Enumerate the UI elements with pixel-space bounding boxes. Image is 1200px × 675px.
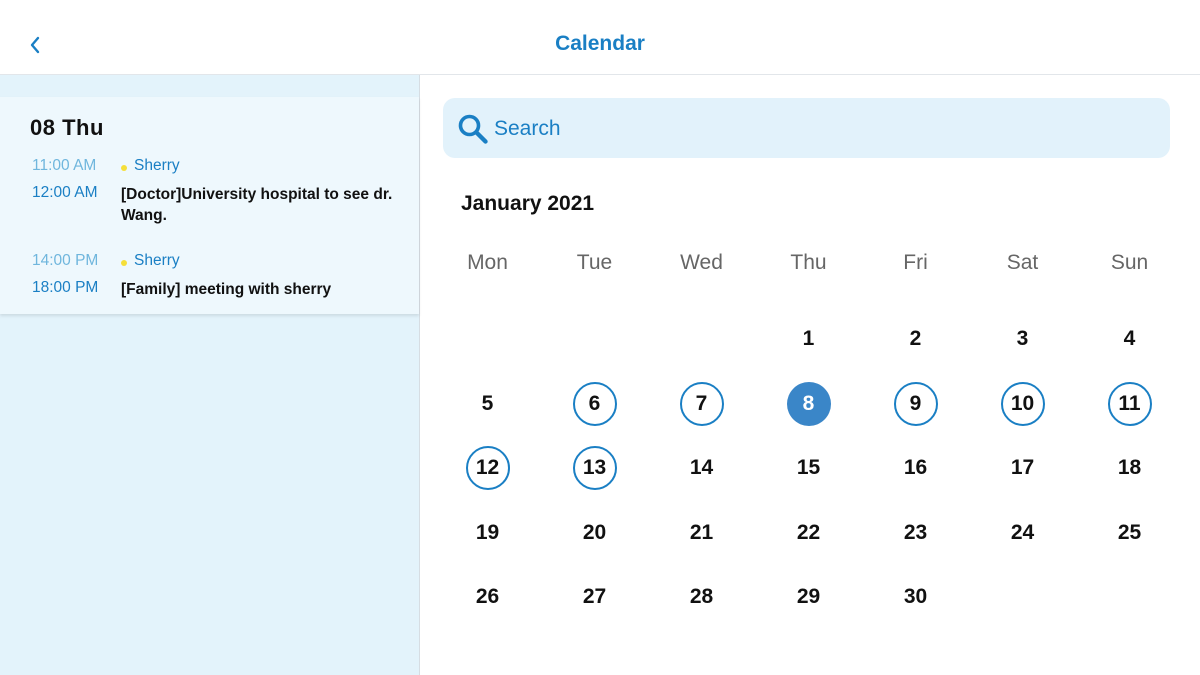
day-number: 25 (1117, 520, 1142, 544)
calendar-day[interactable]: 11 (1076, 372, 1183, 437)
day-number: 2 (909, 327, 922, 351)
event-start-time: 11:00 AM (32, 157, 97, 174)
day-number: 5 (481, 391, 494, 415)
search-input[interactable]: Search (443, 98, 1170, 158)
person-dot-icon (121, 165, 127, 171)
day-number: 9 (893, 381, 938, 426)
calendar-day[interactable]: 13 (541, 436, 648, 501)
calendar-day[interactable]: 30 (862, 565, 969, 630)
day-number: 10 (1000, 381, 1045, 426)
day-number: 12 (465, 446, 510, 491)
search-icon (458, 114, 488, 144)
weekday-label: Sat (1006, 251, 1039, 274)
calendar-day[interactable]: 5 (434, 372, 541, 437)
day-number: 18 (1117, 456, 1142, 480)
day-number: 26 (475, 585, 500, 609)
calendar-day[interactable]: 1 (755, 307, 862, 372)
event-end-time: 12:00 AM (32, 184, 98, 201)
month-label: January 2021 (461, 192, 595, 215)
day-number: 8 (786, 381, 831, 426)
day-number: 13 (572, 446, 617, 491)
page-title: Calendar (555, 32, 645, 55)
calendar-day[interactable]: 29 (755, 565, 862, 630)
weekday-label: Fri (903, 251, 928, 274)
weekday-header: Mon Tue Wed Thu Fri Sat Sun (434, 251, 1183, 279)
day-number: 30 (903, 585, 928, 609)
calendar-day[interactable]: 23 (862, 501, 969, 566)
person-dot-icon (121, 260, 127, 266)
weekday-label: Mon (467, 251, 508, 274)
schedule-panel: 08 Thu 11:00 AM Sherry 12:00 AM [Doctor]… (0, 75, 420, 675)
calendar-day[interactable]: 26 (434, 565, 541, 630)
calendar-grid: 1 2 3 4 5 6 7 8 9 10 11 12 13 14 15 16 17 18 19 20 21 22 23 24 2… (434, 307, 1183, 630)
day-number: 15 (796, 456, 821, 480)
weekday-label: Thu (790, 251, 827, 274)
day-number: 11 (1107, 381, 1152, 426)
calendar-day[interactable]: 10 (969, 372, 1076, 437)
day-number: 29 (796, 585, 821, 609)
calendar-day[interactable]: 25 (1076, 501, 1183, 566)
day-number: 24 (1010, 520, 1035, 544)
event-description: [Doctor]University hospital to see dr. W… (121, 186, 393, 224)
calendar-blank-cell (541, 307, 648, 372)
calendar-day[interactable]: 7 (648, 372, 755, 437)
weekday-label: Tue (576, 251, 613, 274)
day-number: 16 (903, 456, 928, 480)
calendar-day[interactable]: 16 (862, 436, 969, 501)
calendar-day[interactable]: 14 (648, 436, 755, 501)
search-placeholder: Search (494, 117, 561, 140)
day-number: 6 (572, 381, 617, 426)
day-number: 7 (679, 381, 724, 426)
weekday-label: Wed (680, 251, 723, 274)
calendar-day[interactable]: 17 (969, 436, 1076, 501)
day-number: 3 (1016, 327, 1029, 351)
day-number: 23 (903, 520, 928, 544)
day-number: 21 (689, 520, 714, 544)
event-person: Sherry (134, 157, 180, 174)
calendar-day[interactable]: 20 (541, 501, 648, 566)
day-number: 20 (582, 520, 607, 544)
calendar-day[interactable]: 15 (755, 436, 862, 501)
calendar-day[interactable]: 6 (541, 372, 648, 437)
day-number: 22 (796, 520, 821, 544)
calendar-day[interactable]: 28 (648, 565, 755, 630)
event-start-time: 14:00 PM (32, 252, 99, 269)
calendar-day-selected[interactable]: 8 (755, 372, 862, 437)
calendar-day[interactable]: 4 (1076, 307, 1183, 372)
event-person: Sherry (134, 252, 180, 269)
calendar-day[interactable]: 18 (1076, 436, 1183, 501)
calendar-day[interactable]: 3 (969, 307, 1076, 372)
calendar-blank-cell (648, 307, 755, 372)
day-number: 17 (1010, 456, 1035, 480)
day-number: 1 (802, 327, 815, 351)
day-number: 19 (475, 520, 500, 544)
calendar-day[interactable]: 12 (434, 436, 541, 501)
day-number: 27 (582, 585, 607, 609)
calendar-day[interactable]: 9 (862, 372, 969, 437)
day-number: 4 (1123, 327, 1136, 351)
event-description: [Family] meeting with sherry (121, 281, 332, 298)
weekday-label: Sun (1110, 251, 1149, 274)
calendar-day[interactable]: 22 (755, 501, 862, 566)
day-number: 14 (689, 456, 714, 480)
calendar-day[interactable]: 19 (434, 501, 541, 566)
calendar-blank-cell (434, 307, 541, 372)
day-title: 08 Thu (30, 115, 104, 140)
calendar-day[interactable]: 21 (648, 501, 755, 566)
calendar-day[interactable]: 24 (969, 501, 1076, 566)
day-number: 28 (689, 585, 714, 609)
app-header: Calendar (0, 0, 1200, 75)
calendar-day[interactable]: 2 (862, 307, 969, 372)
day-schedule-card: 08 Thu 11:00 AM Sherry 12:00 AM [Doctor]… (0, 97, 419, 314)
event-end-time: 18:00 PM (32, 279, 99, 296)
calendar-day[interactable]: 27 (541, 565, 648, 630)
